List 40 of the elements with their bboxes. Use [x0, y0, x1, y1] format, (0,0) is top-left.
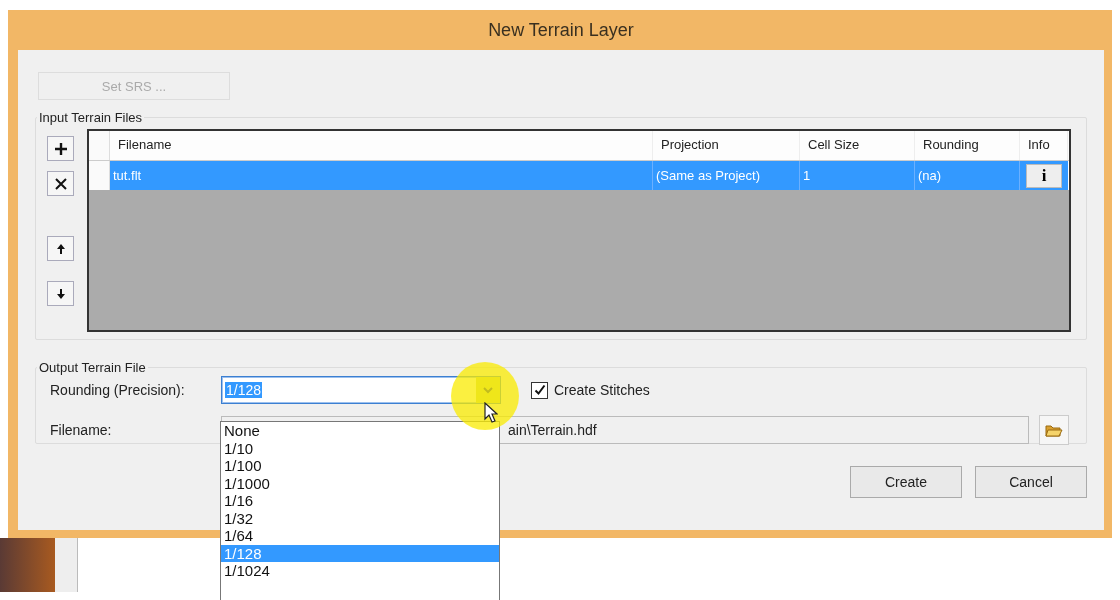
- up-arrow-icon: [55, 242, 66, 255]
- table-cell: (Same as Project): [653, 161, 800, 190]
- browse-button[interactable]: [1039, 415, 1069, 445]
- cancel-button[interactable]: Cancel: [975, 466, 1087, 498]
- create-button[interactable]: Create: [850, 466, 962, 498]
- info-button[interactable]: i: [1026, 163, 1062, 188]
- remove-button[interactable]: [47, 171, 74, 196]
- folder-icon: [1045, 422, 1063, 438]
- filename-label: Filename:: [50, 422, 113, 438]
- dropdown-option[interactable]: 1/32: [221, 509, 499, 527]
- group-title: Input Terrain Files: [38, 110, 144, 125]
- dropdown-option[interactable]: None: [221, 422, 499, 440]
- dropdown-option[interactable]: 1/64: [221, 527, 499, 545]
- table-cell: tut.flt: [110, 161, 653, 190]
- move-up-button[interactable]: [47, 236, 74, 261]
- column-header[interactable]: Rounding: [915, 131, 1020, 160]
- column-header[interactable]: Info: [1020, 131, 1068, 160]
- selected-value: 1/128: [225, 382, 263, 398]
- move-down-button[interactable]: [47, 281, 74, 306]
- down-arrow-icon: [55, 287, 66, 300]
- rounding-label: Rounding (Precision):: [50, 382, 186, 398]
- add-button[interactable]: [47, 136, 74, 161]
- column-header[interactable]: Cell Size: [800, 131, 915, 160]
- dropdown-option[interactable]: 1/1000: [221, 474, 499, 492]
- mouse-pointer-icon: [484, 402, 498, 424]
- column-header[interactable]: Filename: [110, 131, 653, 160]
- checkbox-label: Create Stitches: [554, 382, 650, 398]
- checkbox[interactable]: [531, 381, 548, 399]
- window-title: New Terrain Layer: [488, 19, 634, 41]
- close-icon: [53, 176, 68, 191]
- dropdown-option[interactable]: 1/1024: [221, 562, 499, 580]
- plus-icon: [53, 141, 68, 156]
- table-row[interactable]: tut.flt (Same as Project) 1 (na) i: [89, 161, 1069, 190]
- column-header[interactable]: Projection: [653, 131, 800, 160]
- dropdown-option[interactable]: 1/16: [221, 492, 499, 510]
- window-border-strip: [55, 538, 78, 592]
- group-title: Output Terrain File: [38, 360, 147, 375]
- table-cell: 1: [800, 161, 915, 190]
- table-cell: (na): [915, 161, 1020, 190]
- dropdown-option[interactable]: 1/100: [221, 457, 499, 475]
